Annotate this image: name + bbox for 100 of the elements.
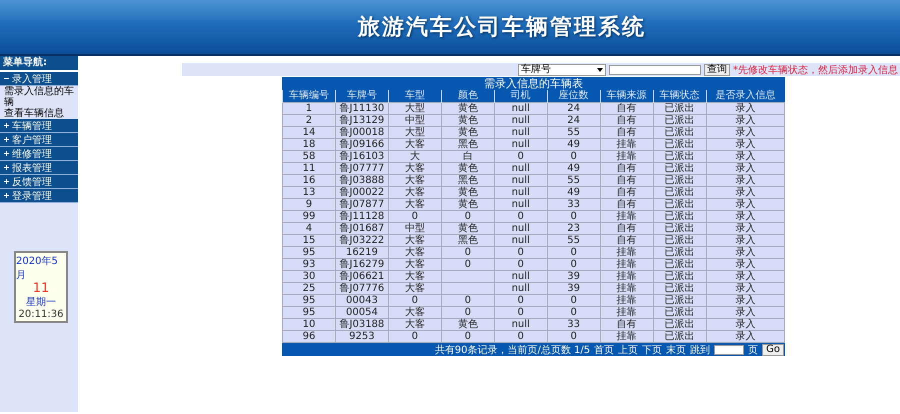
table-cell: 中型 — [388, 114, 442, 126]
menu-group[interactable]: 客户管理 — [0, 133, 78, 147]
table-cell: 0 — [388, 294, 442, 306]
table-cell: 0 — [547, 258, 600, 270]
table-cell: 55 — [547, 126, 600, 138]
table-cell: 已派出 — [653, 258, 706, 270]
table-cell: 0 — [441, 246, 494, 258]
table-cell: 录入 — [706, 294, 784, 306]
table-cell: 大客 — [388, 198, 442, 210]
table-cell: 24 — [547, 114, 600, 126]
table-cell: 00043 — [335, 294, 388, 306]
table-cell: 录入 — [706, 282, 784, 294]
table-cell: 0 — [441, 258, 494, 270]
menu-group[interactable]: 报表管理 — [0, 161, 78, 175]
table-cell: 鲁J16103 — [335, 150, 388, 162]
menu-group[interactable]: 登录管理 — [0, 189, 78, 203]
table-cell: 0 — [494, 258, 548, 270]
table-cell: 0 — [547, 210, 600, 222]
table-cell: 95 — [282, 306, 336, 318]
table-cell: null — [494, 282, 548, 294]
table-cell: 0 — [388, 210, 442, 222]
table-cell: 录入 — [706, 210, 784, 222]
table-cell: 23 — [547, 222, 600, 234]
table-cell: null — [494, 186, 548, 198]
menu-group-label: 反馈管理 — [12, 176, 52, 188]
table-cell: 挂靠 — [600, 306, 654, 318]
table-cell: 30 — [282, 270, 336, 282]
table-cell: 93 — [282, 258, 336, 270]
page-link[interactable]: 下页 — [642, 342, 662, 356]
search-field[interactable] — [609, 64, 701, 74]
table-cell: 14 — [282, 126, 336, 138]
table-cell: 已派出 — [653, 198, 706, 210]
table-cell: 0 — [547, 306, 600, 318]
caret-icon — [597, 68, 603, 72]
table-cell: 鲁J06621 — [335, 270, 388, 282]
table-cell: 0 — [388, 330, 442, 342]
table-cell: 自有 — [600, 318, 654, 330]
field-select[interactable]: 车牌号 — [518, 64, 606, 76]
menu-group[interactable]: 录入管理 — [0, 72, 78, 86]
table-cell: 鲁J01687 — [335, 222, 388, 234]
table-cell: 大型 — [388, 126, 442, 138]
menu-link[interactable]: 需录入信息的车辆 — [0, 86, 78, 108]
table-cell: 15 — [282, 234, 336, 246]
table-cell: 自有 — [600, 162, 654, 174]
table-cell: 4 — [282, 222, 336, 234]
table-cell: 95 — [282, 246, 336, 258]
search-button[interactable]: 查询 — [704, 64, 730, 76]
page-field[interactable] — [714, 344, 744, 354]
page-link[interactable]: 首页 — [594, 342, 614, 356]
table-cell: 挂靠 — [600, 258, 654, 270]
table-cell: 33 — [547, 198, 600, 210]
table-cell: 大客 — [388, 234, 442, 246]
table-cell: null — [494, 174, 548, 186]
menu-link[interactable]: 查看车辆信息 — [0, 108, 78, 119]
table-cell: 录入 — [706, 246, 784, 258]
go-button[interactable]: Go — [762, 344, 784, 356]
table-cell: 黄色 — [441, 318, 494, 330]
table-cell: 25 — [282, 282, 336, 294]
table-cell: 大客 — [388, 270, 442, 282]
table-cell: 自有 — [600, 234, 654, 246]
calendar-day: 11 — [32, 282, 50, 295]
table-cell: 已派出 — [653, 222, 706, 234]
table-cell: 已派出 — [653, 246, 706, 258]
menu-group[interactable]: 车辆管理 — [0, 119, 78, 133]
column-header: 司机 — [494, 90, 548, 102]
table-cell: 鲁J03222 — [335, 234, 388, 246]
hint-text: *先修改车辆状态，然后添加录入信息 — [733, 64, 898, 76]
table-cell: 0 — [441, 330, 494, 342]
table-cell: null — [494, 162, 548, 174]
calendar-weekday: 星期一 — [26, 296, 56, 309]
table-cell: 已派出 — [653, 234, 706, 246]
table-cell: 0 — [494, 150, 548, 162]
table-cell: 录入 — [706, 306, 784, 318]
table-cell: 自有 — [600, 126, 654, 138]
table-cell: null — [494, 318, 548, 330]
page-unit: 页 — [748, 344, 758, 356]
table-cell: 33 — [547, 318, 600, 330]
table-cell: 0 — [441, 210, 494, 222]
table-cell: 录入 — [706, 114, 784, 126]
table-cell: 已派出 — [653, 138, 706, 150]
column-header: 车型 — [388, 90, 442, 102]
table-cell: 黄色 — [441, 186, 494, 198]
table-cell: 挂靠 — [600, 138, 654, 150]
table-cell: 10 — [282, 318, 336, 330]
table-cell: 已派出 — [653, 282, 706, 294]
table-cell: 挂靠 — [600, 246, 654, 258]
table-cell: 49 — [547, 162, 600, 174]
table-cell: 已派出 — [653, 210, 706, 222]
table-cell: 0 — [547, 246, 600, 258]
table-cell: null — [494, 102, 548, 114]
menu-group[interactable]: 反馈管理 — [0, 175, 78, 189]
page-link[interactable]: 末页 — [666, 342, 686, 356]
table-cell: 鲁J16279 — [335, 258, 388, 270]
table-cell: 55 — [547, 174, 600, 186]
table-cell: null — [494, 222, 548, 234]
menu-group[interactable]: 维修管理 — [0, 147, 78, 161]
table-cell: 录入 — [706, 150, 784, 162]
page-link[interactable]: 上页 — [618, 342, 638, 356]
table-cell: 1 — [282, 102, 336, 114]
table-cell: 0 — [441, 306, 494, 318]
